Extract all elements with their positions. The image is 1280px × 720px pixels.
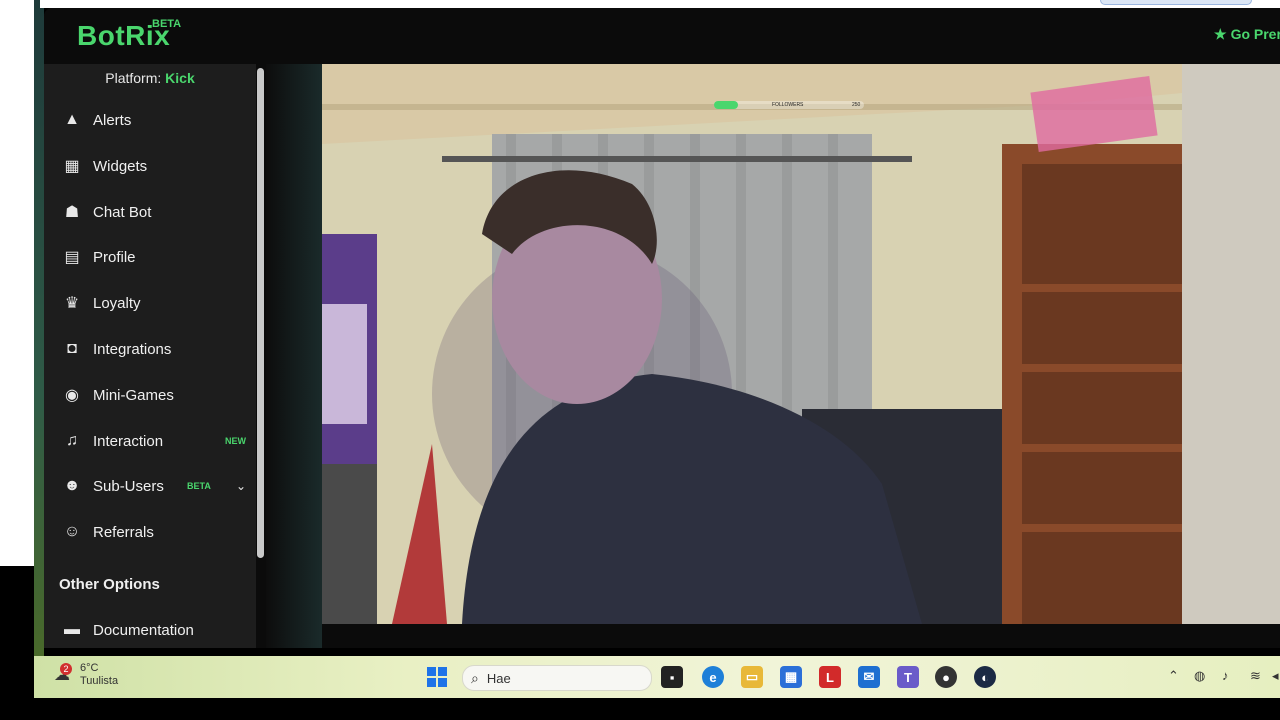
desktop-white-area xyxy=(0,0,34,566)
sidebar-item-interaction[interactable]: ♫ Interaction NEW xyxy=(44,421,256,461)
sidebar-item-label: Documentation xyxy=(93,621,194,639)
chevron-up-icon[interactable]: ⌃ xyxy=(1168,668,1179,684)
sidebar-item-label: Loyalty xyxy=(93,294,141,312)
id-card-icon: ▤ xyxy=(64,249,80,266)
sidebar-item-chat-bot[interactable]: ☗ Chat Bot xyxy=(44,192,256,232)
book-icon: ▬ xyxy=(64,621,80,638)
wifi-icon[interactable]: ≋ xyxy=(1250,668,1261,684)
sidebar-item-label: Alerts xyxy=(93,111,132,129)
sidebar-item-sub-users[interactable]: ☻ Sub-Users BETA ⌄ xyxy=(44,466,256,506)
followers-goal-bar: FOLLOWERS 250 xyxy=(714,101,864,109)
browser-address-bar[interactable] xyxy=(1100,0,1252,5)
sidebar-item-mini-games[interactable]: ◉ Mini-Games xyxy=(44,375,256,415)
sidebar-scrollbar[interactable] xyxy=(256,64,266,648)
top-bar: BotRix BETA ★ Go Prer xyxy=(44,8,1280,64)
volume-icon[interactable]: ◂ xyxy=(1272,668,1279,684)
sidebar-item-integrations[interactable]: ◘ Integrations xyxy=(44,329,256,369)
weather-temperature: 6°C xyxy=(80,662,99,674)
warning-icon: ▲ xyxy=(64,111,80,128)
sidebar-item-label: Widgets xyxy=(93,157,148,175)
steam-icon[interactable]: ◐ xyxy=(974,666,996,688)
botrix-app-window: BotRix BETA ★ Go Prer Platform: Kick ▲ Al… xyxy=(44,8,1280,648)
platform-value: Kick xyxy=(165,70,195,86)
l-app-icon[interactable]: L xyxy=(819,666,841,688)
new-badge: NEW xyxy=(225,436,246,446)
sidebar-item-referrals[interactable]: ☺ Referrals xyxy=(44,512,256,552)
sidebar-item-label: Mini-Games xyxy=(93,386,174,404)
edge-icon[interactable]: e xyxy=(702,666,724,688)
platform-label: Platform: xyxy=(105,70,162,86)
user-friends-icon: ☺ xyxy=(63,523,81,540)
sidebar-item-alerts[interactable]: ▲ Alerts xyxy=(44,100,256,140)
followers-goal-target: 250 xyxy=(852,102,861,108)
go-premium-link[interactable]: ★ Go Prer xyxy=(1214,26,1280,43)
file-explorer-icon[interactable]: ▭ xyxy=(741,666,763,688)
main-panel-edge xyxy=(266,64,322,648)
search-icon: ⌕ xyxy=(471,669,479,686)
star-icon: ★ xyxy=(1214,26,1227,42)
chat-icon: ◘ xyxy=(67,340,77,357)
followers-goal-label: FOLLOWERS xyxy=(772,102,804,108)
weather-description: Tuulista xyxy=(80,675,119,687)
windows-taskbar: ☁ 2 6°C Tuulista ⌕ Hae ▪ e ▭ ▦ L ✉ T ● ◐… xyxy=(34,656,1280,698)
go-premium-label: Go Prer xyxy=(1230,26,1280,42)
microphone-icon[interactable]: ♪ xyxy=(1222,668,1229,683)
robot-icon: ☗ xyxy=(64,204,80,221)
sidebar: Platform: Kick ▲ Alerts ▦ Widgets ☗ Chat… xyxy=(44,64,256,648)
sidebar-item-profile[interactable]: ▤ Profile xyxy=(44,237,256,277)
sidebar-item-documentation[interactable]: ▬ Documentation xyxy=(44,610,256,648)
sidebar-item-loyalty[interactable]: ♛ Loyalty xyxy=(44,283,256,323)
start-button[interactable] xyxy=(427,667,447,687)
beta-badge: BETA xyxy=(187,481,211,491)
music-icon: ♫ xyxy=(66,432,78,449)
weather-notification-badge: 2 xyxy=(60,663,72,675)
sidebar-item-label: Interaction xyxy=(93,432,164,450)
video-footer xyxy=(322,624,1280,648)
taskbar-search[interactable]: ⌕ Hae xyxy=(462,665,652,691)
task-view-icon[interactable]: ▪ xyxy=(661,666,683,688)
sidebar-item-label: Referrals xyxy=(93,523,154,541)
search-placeholder: Hae xyxy=(486,670,511,686)
users-icon: ☻ xyxy=(63,477,81,494)
scrollbar-thumb[interactable] xyxy=(257,68,264,558)
network-status-icon[interactable]: ◍ xyxy=(1194,668,1205,684)
sidebar-item-label: Profile xyxy=(93,248,136,266)
webcam-video: FOLLOWERS 250 xyxy=(322,64,1280,624)
sidebar-item-label: Sub-Users xyxy=(93,477,164,495)
chevron-down-icon[interactable]: ⌄ xyxy=(236,479,246,493)
sidebar-item-widgets[interactable]: ▦ Widgets xyxy=(44,146,256,186)
obs-icon[interactable]: ● xyxy=(935,666,957,688)
other-options-heading: Other Options xyxy=(59,576,160,593)
outlook-icon[interactable]: ✉ xyxy=(858,666,880,688)
store-icon[interactable]: ▦ xyxy=(780,666,802,688)
followers-goal-fill xyxy=(714,101,738,109)
weather-widget[interactable]: ☁ 2 6°C Tuulista xyxy=(54,662,118,688)
gamepad-icon: ◉ xyxy=(65,387,79,404)
platform-indicator: Platform: Kick xyxy=(44,70,256,86)
grid-icon: ▦ xyxy=(64,158,80,175)
sidebar-item-label: Integrations xyxy=(93,340,172,358)
desktop-wallpaper-strip xyxy=(34,0,44,660)
desktop-black-area xyxy=(0,566,34,720)
webcam-scene xyxy=(322,64,1280,624)
sidebar-item-label: Chat Bot xyxy=(93,203,152,221)
weather-cloud-icon: ☁ 2 xyxy=(54,663,72,684)
logo-beta-badge: BETA xyxy=(152,18,182,30)
browser-chrome-top xyxy=(40,0,1280,8)
trophy-icon: ♛ xyxy=(64,295,80,312)
teams-icon[interactable]: T xyxy=(897,666,919,688)
